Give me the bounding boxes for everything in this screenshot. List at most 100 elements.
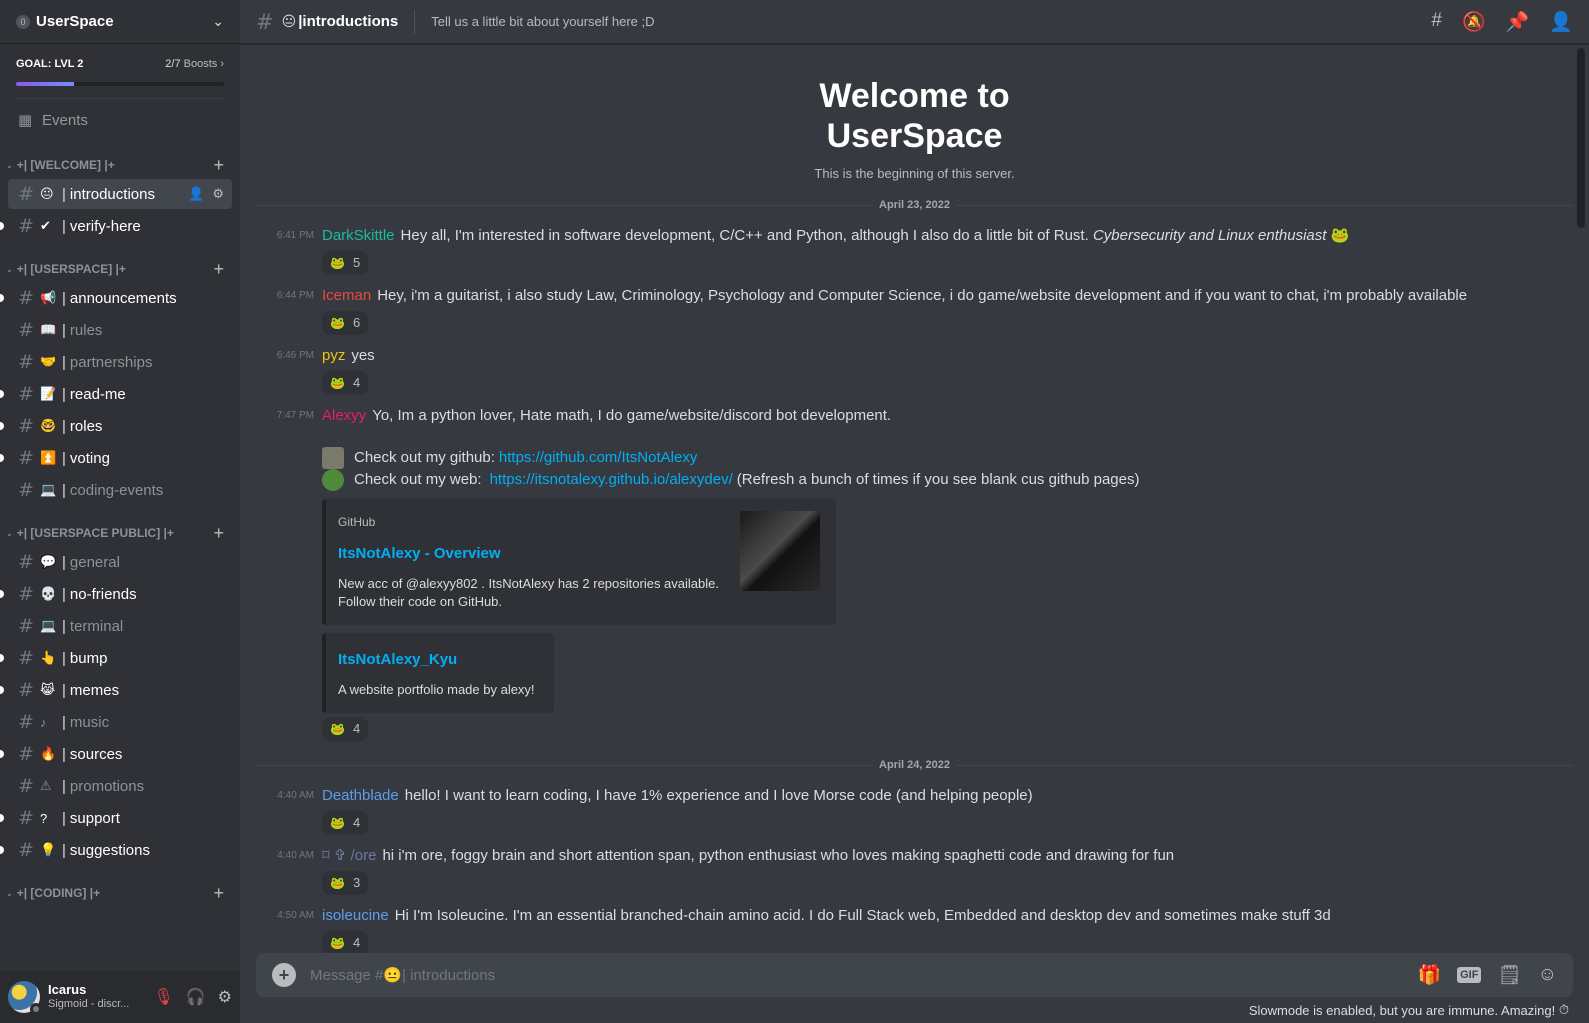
message-text: Yo, Im a python lover, Hate math, I do g… [372,407,892,424]
embed-thumbnail[interactable] [740,511,820,591]
channel-header: # 😐 |introductions Tell us a little bit … [240,0,1589,44]
create-channel-plus-icon[interactable]: + [213,259,224,280]
gear-icon[interactable]: ⚙ [218,987,232,1007]
message-line: Check out my github: https://github.com/I… [322,447,1573,469]
message: 4:40 AM ⌑ ✞ /ore hi i'm ore, foggy brain a… [256,845,1573,895]
member-list-icon[interactable]: 👤 [1549,10,1573,34]
reaction-button[interactable]: 🐸 3 [322,871,369,895]
server-header[interactable]: 0 UserSpace ⌄ [0,0,240,44]
gif-button[interactable]: GIF [1457,967,1482,983]
channel-name: announcements [69,289,177,307]
channel-promotions[interactable]: # ⚠ | promotions [8,771,232,801]
channel-announcements[interactable]: # 📢 | announcements [0,283,232,313]
channel-suggestions[interactable]: # 💡 | suggestions [0,835,232,865]
channel-name: verify-here [69,217,141,235]
reaction-button[interactable]: 🐸 5 [322,251,369,275]
headphones-deafened-icon[interactable]: 🎧 [186,987,206,1007]
channel-name: partnerships [69,353,153,371]
embed-title[interactable]: ItsNotAlexy_Kyu [338,649,538,671]
channel-no-friends[interactable]: # 💀 | no-friends [0,579,232,609]
channel-name: suggestions [69,841,150,859]
message-author[interactable]: pyz [322,347,345,364]
message-input[interactable] [310,966,1418,984]
channel-topic[interactable]: Tell us a little bit about yourself here… [431,14,1431,29]
channel-separator: | [62,841,66,859]
message-author[interactable]: isoleucine [322,907,389,924]
events-label: Events [42,111,88,129]
message-author[interactable]: Deathblade [322,787,399,804]
channel-separator: | [62,649,66,667]
message: 6:44 PM Iceman Hey, i'm a guitarist, i als… [256,285,1573,335]
channel-partnerships[interactable]: # 🤝 | partnerships [8,347,232,377]
channel-bump[interactable]: # 👆 | bump [0,643,232,673]
embed-title[interactable]: ItsNotAlexy - Overview [338,543,724,565]
emoji-picker-icon[interactable]: ☺ [1538,964,1557,986]
channel-category[interactable]: ⌄ +| [CODING] |+ + [0,881,232,905]
frog-emoji-icon: 🐸 [330,936,345,950]
scrollbar[interactable] [1577,48,1585,228]
threads-icon[interactable]: # [1431,10,1442,34]
embed-provider[interactable]: GitHub [338,511,724,533]
sticker-icon[interactable]: 🗒 [1497,963,1521,987]
message-author[interactable]: ⌑ ✞ /ore [322,847,376,864]
frog-emoji-icon: 🐸 [330,876,345,890]
channel-memes[interactable]: # 😹 | memes [0,675,232,705]
channel-verify-here[interactable]: # ✔ | verify-here [0,211,232,241]
message-text: Hey, i'm a guitarist, i also study Law, … [377,287,1468,304]
server-badge: 0 [16,14,30,29]
channel-rules[interactable]: # 📖 | rules [8,315,232,345]
github-link[interactable]: https://github.com/ItsNotAlexy [499,447,697,469]
message-author[interactable]: DarkSkittle [322,227,395,244]
gear-icon[interactable]: ⚙ [212,186,224,202]
channel-coding-events[interactable]: # 💻 | coding-events [8,475,232,505]
reaction-button[interactable]: 🐸 4 [322,811,369,835]
microphone-muted-icon[interactable]: 🎙 [153,987,173,1007]
reaction-button[interactable]: 🐸 4 [322,371,369,395]
channel-category[interactable]: ⌄ +| [WELCOME] |+ + [0,153,232,177]
channel-roles[interactable]: # 🤓 | roles [0,411,232,441]
create-channel-plus-icon[interactable]: + [213,155,224,176]
channel-terminal[interactable]: # 💻 | terminal [8,611,232,641]
avatar[interactable] [8,981,42,1015]
upload-plus-icon[interactable]: + [272,963,296,987]
create-channel-plus-icon[interactable]: + [213,883,224,904]
message-timestamp: 7:47 PM [276,410,314,421]
channel-separator: | [62,745,66,763]
bell-muted-icon[interactable]: 🔕 [1462,10,1486,34]
boost-goal-panel[interactable]: GOAL: LVL 2 2/7 Boosts › [0,44,240,94]
pin-icon[interactable]: 📌 [1506,10,1530,34]
channel-separator: | [62,553,66,571]
reaction-button[interactable]: 🐸 4 [322,931,369,953]
events-item[interactable]: ▦ Events [0,103,240,137]
channel-category[interactable]: ⌄ +| [USERSPACE] |+ + [0,257,232,281]
channel-voting[interactable]: # ⏫ | voting [0,443,232,473]
channel-emoji: 📖 [40,322,57,337]
channel-introductions[interactable]: # 😐 | introductions 👤 ⚙ [8,179,232,209]
invite-icon[interactable]: 👤 [188,186,204,202]
channel-read-me[interactable]: # 📝 | read-me [0,379,232,409]
message-text: Hi I'm Isoleucine. I'm an essential bran… [394,907,1331,924]
hash-icon: # [18,287,34,309]
channel-name: support [69,809,120,827]
channel-general[interactable]: # 💬 | general [8,547,232,577]
gift-icon[interactable]: 🎁 [1417,963,1441,987]
message: 7:47 PM Alexyy Yo, Im a python lover, Hat… [256,405,1573,741]
channel-music[interactable]: # ♪ | music [8,707,232,737]
message: 4:40 AM Deathblade hello! I want to learn … [256,785,1573,835]
channel-support[interactable]: #? | support [0,803,232,833]
reaction-button[interactable]: 🐸 6 [322,311,369,335]
message-line: Check out my web: https://itsnotalexy.git… [322,469,1573,491]
channel-sources[interactable]: # 🔥 | sources [0,739,232,769]
unread-indicator [0,294,4,302]
channel-category[interactable]: ⌄ +| [USERSPACE PUBLIC] |+ + [0,521,232,545]
reaction-button[interactable]: 🐸 4 [322,717,369,741]
boost-count-value: 2/7 [165,58,181,70]
channel-name: memes [69,681,120,699]
hash-icon: # [256,9,274,34]
message-timestamp: 4:40 AM [277,850,314,861]
message-timestamp: 4:40 AM [277,790,314,801]
message-author[interactable]: Alexyy [322,407,366,424]
web-link[interactable]: https://itsnotalexy.github.io/alexydev/ [490,469,733,491]
message-author[interactable]: Iceman [322,287,371,304]
create-channel-plus-icon[interactable]: + [213,523,224,544]
